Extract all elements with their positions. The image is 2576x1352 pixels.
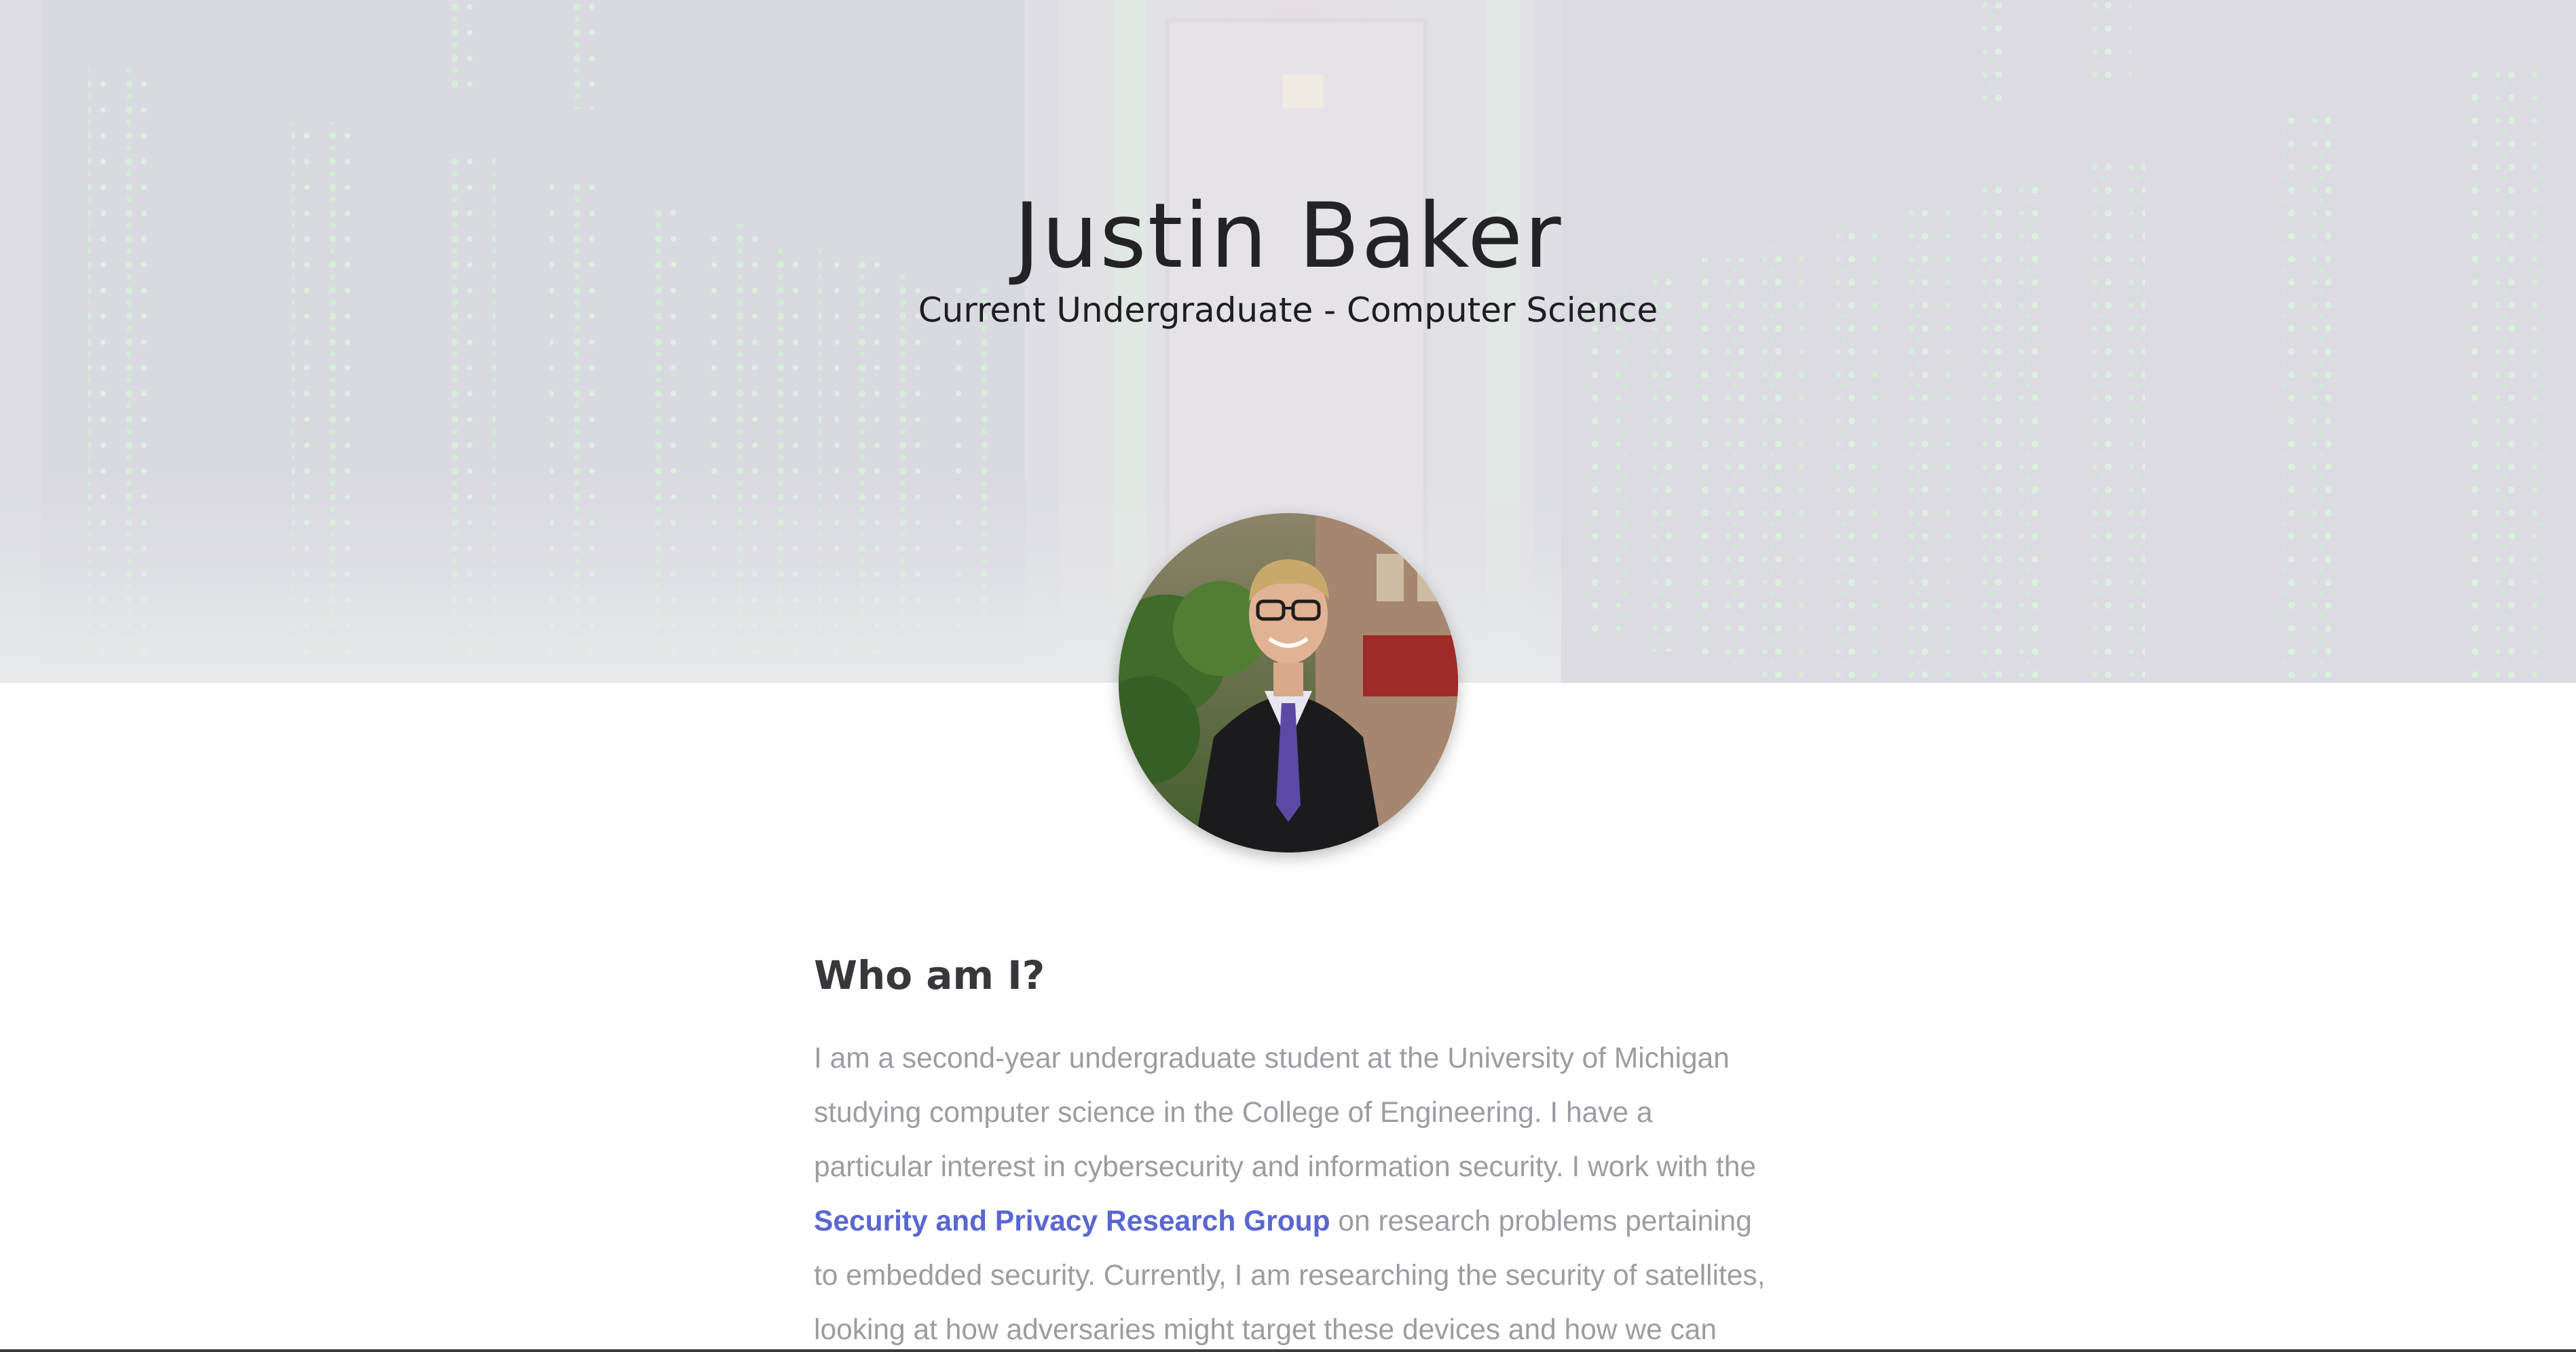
hero-name: Justin Baker xyxy=(1013,184,1563,288)
bottom-divider xyxy=(0,1349,2576,1352)
person-portrait-icon xyxy=(1119,513,1458,852)
hero-subtitle: Current Undergraduate - Computer Science xyxy=(918,290,1658,330)
about-section: Who am I? I am a second-year undergradua… xyxy=(814,945,1771,1352)
bio-paragraph: I am a second-year undergraduate student… xyxy=(814,1032,1771,1352)
research-group-link[interactable]: Security and Privacy Research Group xyxy=(814,1205,1330,1237)
section-heading: Who am I? xyxy=(814,952,1045,998)
page: Justin Baker Current Undergraduate - Com… xyxy=(0,0,2576,1352)
profile-photo xyxy=(1119,513,1458,852)
bio-text-1: I am a second-year undergraduate student… xyxy=(814,1043,1757,1183)
